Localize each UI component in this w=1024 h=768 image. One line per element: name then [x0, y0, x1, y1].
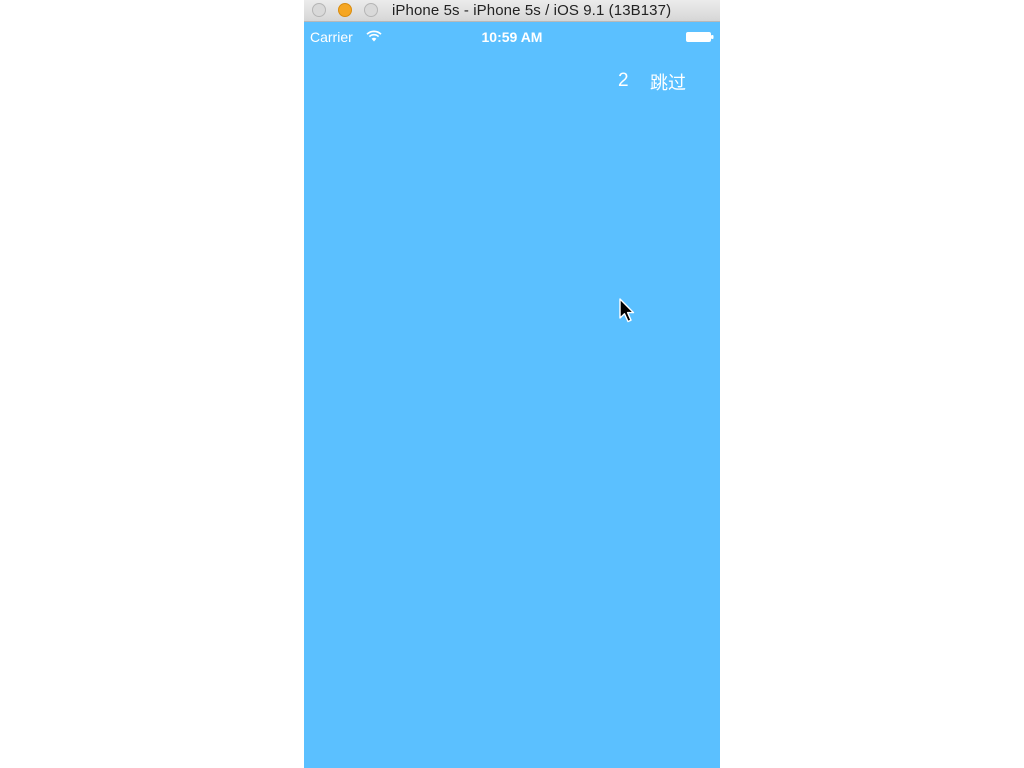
splash-screen[interactable]: Carrier 10:59 AM 2 跳过	[304, 22, 720, 768]
window-titlebar: iPhone 5s - iPhone 5s / iOS 9.1 (13B137)	[304, 0, 720, 22]
status-bar: Carrier 10:59 AM	[304, 22, 720, 52]
battery-icon	[686, 32, 714, 42]
close-icon[interactable]	[312, 3, 326, 17]
cursor-icon	[619, 298, 635, 323]
skip-button[interactable]: 跳过	[650, 69, 686, 95]
window-title: iPhone 5s - iPhone 5s / iOS 9.1 (13B137)	[392, 2, 672, 19]
simulator-window: iPhone 5s - iPhone 5s / iOS 9.1 (13B137)…	[304, 0, 720, 768]
minimize-icon[interactable]	[338, 3, 352, 17]
countdown-number: 2	[618, 70, 629, 91]
status-time: 10:59 AM	[481, 29, 543, 45]
zoom-icon[interactable]	[364, 3, 378, 17]
